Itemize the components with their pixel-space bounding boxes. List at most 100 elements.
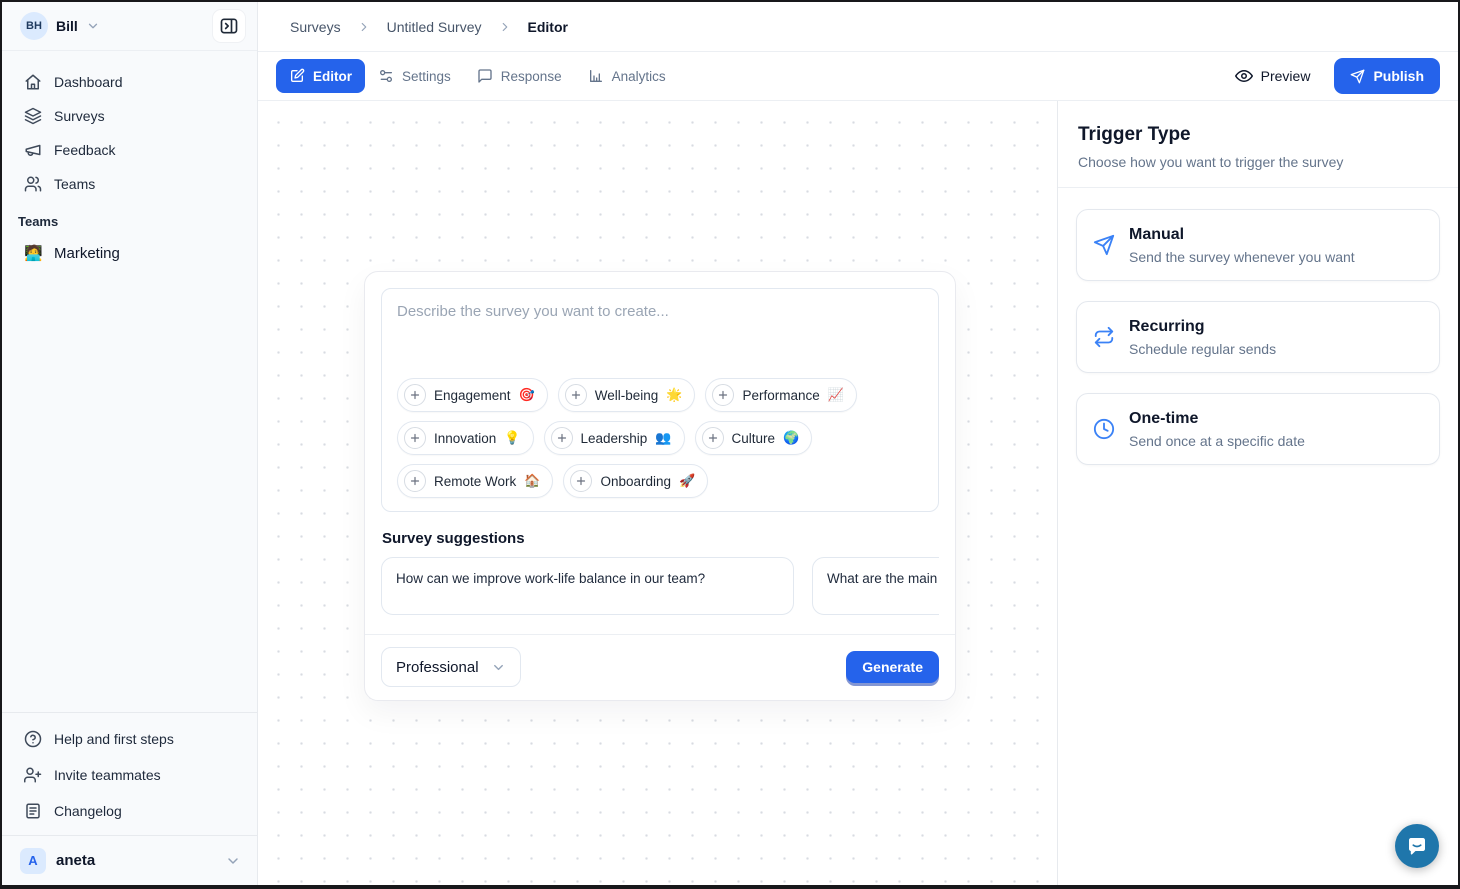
tab-response[interactable]: Response	[464, 59, 575, 93]
chip-label: Onboarding	[600, 474, 671, 489]
trigger-option-one-time[interactable]: One-time Send once at a specific date	[1076, 393, 1440, 465]
toolbar-actions: Preview Publish	[1227, 58, 1440, 94]
sidebar-item-dashboard[interactable]: Dashboard	[14, 65, 245, 99]
sidebar-item-team-marketing[interactable]: 🧑‍💻 Marketing	[14, 235, 245, 271]
chip-emoji: 📈	[828, 387, 844, 403]
sidebar-item-feedback[interactable]: Feedback	[14, 133, 245, 167]
sidebar-item-label: Teams	[54, 176, 95, 192]
main-area: Surveys Untitled Survey Editor Editor	[258, 2, 1458, 885]
sidebar-collapse-button[interactable]	[213, 10, 245, 42]
editor-toolbar: Editor Settings Response Analytics	[258, 52, 1458, 101]
sidebar-item-label: Changelog	[54, 803, 122, 819]
user-menu[interactable]: A aneta	[2, 835, 257, 885]
topic-chips: Engagement 🎯 Well-being 🌟 Performance	[397, 378, 923, 498]
tone-select[interactable]: Professional	[381, 647, 521, 687]
user-plus-icon	[24, 766, 42, 784]
help-circle-icon	[24, 730, 42, 748]
chevron-right-icon	[498, 20, 512, 34]
chevron-down-icon	[86, 19, 100, 33]
chip-leadership[interactable]: Leadership 👥	[544, 421, 685, 455]
plus-icon	[404, 384, 426, 406]
preview-button[interactable]: Preview	[1227, 61, 1319, 91]
trigger-option-title: Recurring	[1129, 318, 1276, 336]
trigger-option-text: Recurring Schedule regular sends	[1129, 318, 1276, 357]
sidebar-item-teams[interactable]: Teams	[14, 167, 245, 201]
chip-emoji: 👥	[655, 430, 671, 446]
chip-engagement[interactable]: Engagement 🎯	[397, 378, 548, 412]
team-emoji: 🧑‍💻	[24, 244, 42, 262]
chip-label: Leadership	[581, 431, 648, 446]
trigger-option-description: Send once at a specific date	[1129, 433, 1305, 449]
trigger-options: Manual Send the survey whenever you want…	[1058, 188, 1458, 486]
chip-remote-work[interactable]: Remote Work 🏠	[397, 464, 553, 498]
tab-label: Editor	[313, 69, 352, 84]
workspace-switcher[interactable]: BH Bill	[2, 2, 257, 51]
bar-chart-icon	[588, 68, 604, 84]
plus-icon	[702, 427, 724, 449]
sidebar-item-label: Feedback	[54, 142, 115, 158]
chat-widget-button[interactable]	[1395, 824, 1439, 868]
breadcrumb-untitled-survey[interactable]: Untitled Survey	[387, 19, 482, 35]
trigger-option-text: One-time Send once at a specific date	[1129, 410, 1305, 449]
trigger-panel-header: Trigger Type Choose how you want to trig…	[1058, 101, 1458, 188]
editor-canvas[interactable]: Engagement 🎯 Well-being 🌟 Performance	[258, 101, 1057, 885]
breadcrumb-surveys[interactable]: Surveys	[290, 19, 341, 35]
preview-label: Preview	[1261, 68, 1311, 84]
chevron-down-icon	[225, 853, 241, 869]
plus-icon	[565, 384, 587, 406]
sidebar-item-invite[interactable]: Invite teammates	[14, 757, 245, 793]
tab-settings[interactable]: Settings	[365, 59, 464, 93]
plus-icon	[404, 470, 426, 492]
plus-icon	[551, 427, 573, 449]
clock-icon	[1093, 418, 1115, 440]
repeat-icon	[1093, 326, 1115, 348]
send-icon	[1350, 69, 1365, 84]
sidebar-item-changelog[interactable]: Changelog	[14, 793, 245, 829]
generate-button[interactable]: Generate	[846, 651, 939, 683]
home-icon	[24, 73, 42, 91]
sidebar-item-label: Help and first steps	[54, 731, 174, 747]
chip-emoji: 🚀	[679, 473, 695, 489]
chip-performance[interactable]: Performance 📈	[705, 378, 856, 412]
chip-innovation[interactable]: Innovation 💡	[397, 421, 534, 455]
workspace-name: Bill	[56, 18, 78, 34]
chip-emoji: 🏠	[524, 473, 540, 489]
survey-prompt-input[interactable]	[397, 303, 923, 373]
panel-title: Trigger Type	[1078, 124, 1438, 146]
trigger-option-title: One-time	[1129, 410, 1305, 428]
publish-button[interactable]: Publish	[1334, 58, 1440, 94]
eye-icon	[1235, 67, 1253, 85]
publish-label: Publish	[1373, 68, 1424, 84]
send-icon	[1093, 234, 1115, 256]
prompt-box: Engagement 🎯 Well-being 🌟 Performance	[381, 288, 939, 512]
changelog-icon	[24, 802, 42, 820]
trigger-option-description: Send the survey whenever you want	[1129, 249, 1355, 265]
megaphone-icon	[24, 141, 42, 159]
tab-analytics[interactable]: Analytics	[575, 59, 679, 93]
trigger-type-panel: Trigger Type Choose how you want to trig…	[1057, 101, 1458, 885]
suggestion-card[interactable]: What are the main ob	[812, 557, 939, 615]
suggestions-row: How can we improve work-life balance in …	[381, 557, 939, 615]
sidebar-spacer	[2, 271, 257, 712]
chat-bubble-icon	[1405, 834, 1429, 858]
suggestion-card[interactable]: How can we improve work-life balance in …	[381, 557, 794, 615]
trigger-option-text: Manual Send the survey whenever you want	[1129, 226, 1355, 265]
sidebar-item-label: Surveys	[54, 108, 105, 124]
chip-emoji: 🌟	[666, 387, 682, 403]
sidebar-nav: Dashboard Surveys Feedback Teams	[2, 51, 257, 271]
tab-editor[interactable]: Editor	[276, 59, 365, 93]
chip-onboarding[interactable]: Onboarding 🚀	[563, 464, 708, 498]
layers-icon	[24, 107, 42, 125]
chip-culture[interactable]: Culture 🌍	[695, 421, 813, 455]
chip-label: Culture	[732, 431, 776, 446]
tone-value: Professional	[396, 659, 479, 676]
breadcrumb-editor: Editor	[528, 19, 568, 35]
trigger-option-recurring[interactable]: Recurring Schedule regular sends	[1076, 301, 1440, 373]
sidebar-item-help[interactable]: Help and first steps	[14, 721, 245, 757]
tab-label: Analytics	[612, 69, 666, 84]
sidebar-item-surveys[interactable]: Surveys	[14, 99, 245, 133]
sidebar-item-label: Invite teammates	[54, 767, 161, 783]
trigger-option-manual[interactable]: Manual Send the survey whenever you want	[1076, 209, 1440, 281]
chip-emoji: 🌍	[783, 430, 799, 446]
chip-well-being[interactable]: Well-being 🌟	[558, 378, 696, 412]
